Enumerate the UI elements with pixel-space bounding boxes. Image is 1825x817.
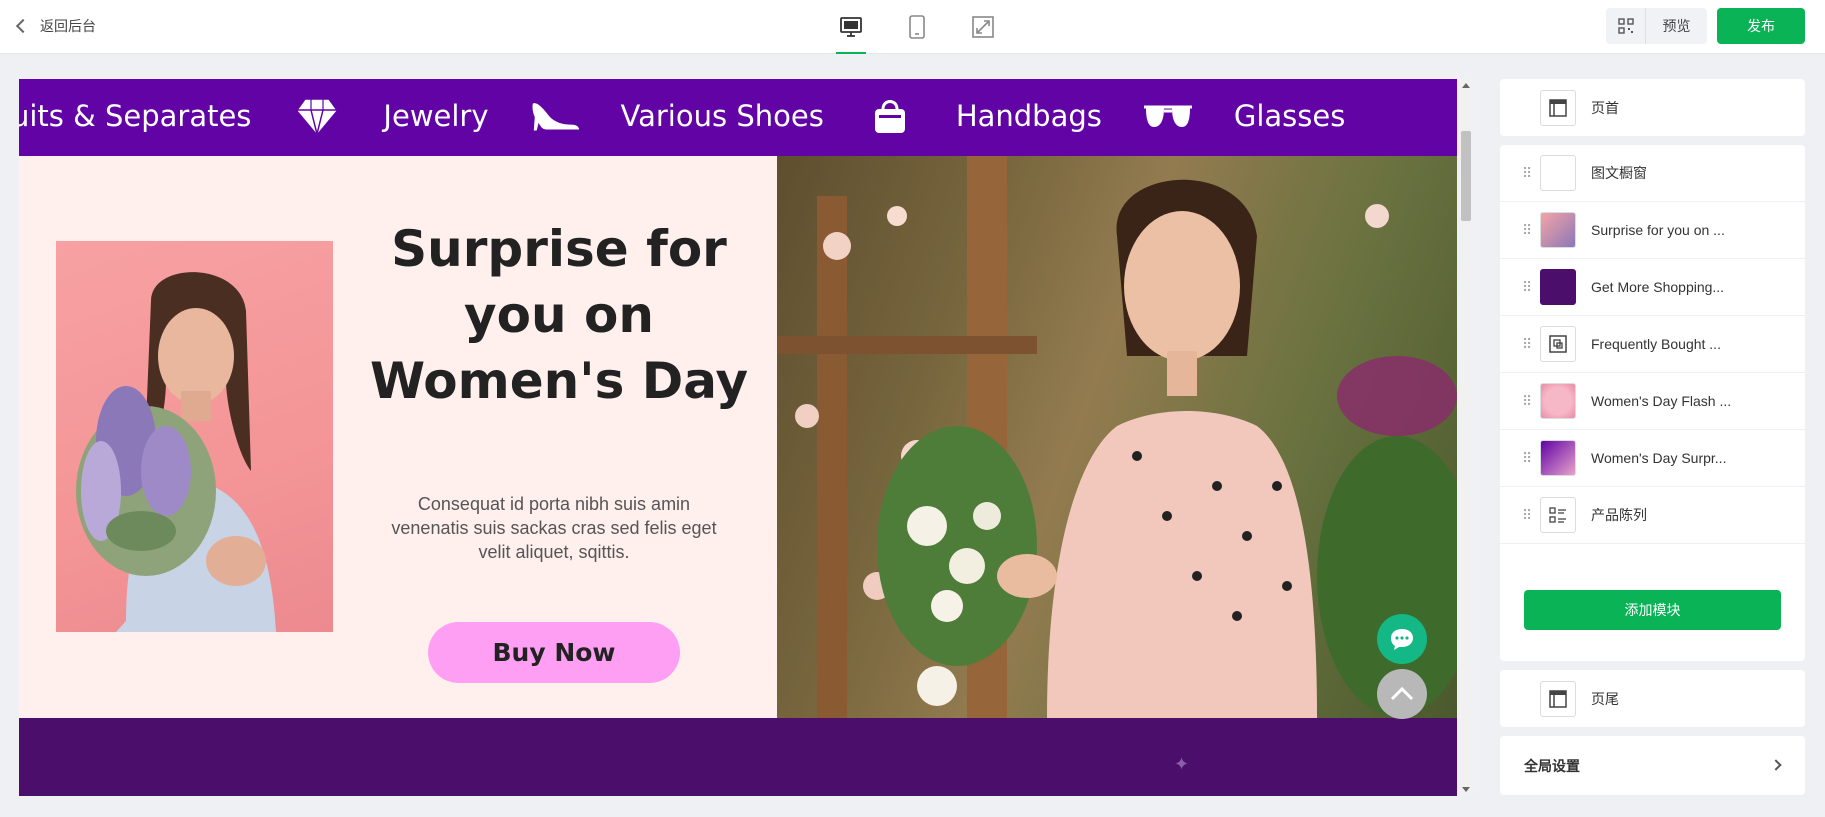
header-row[interactable]: 页首 [1500, 79, 1805, 136]
device-switcher [836, 0, 998, 54]
back-label: 返回后台 [40, 18, 96, 34]
preview-button[interactable]: 预览 [1606, 8, 1707, 44]
module-row[interactable]: ⠿ Surprise for you on ... [1500, 202, 1805, 259]
sunglasses-icon [1142, 93, 1194, 139]
publish-button[interactable]: 发布 [1717, 8, 1805, 44]
sparkle-icon: ✦ [1174, 754, 1190, 774]
hero-text-panel: Surprise for you on Women's Day Consequa… [19, 156, 777, 718]
marquee-item-handbags[interactable]: Handbags [956, 99, 1102, 133]
back-to-top-button[interactable] [1377, 669, 1427, 719]
tablet-icon [909, 15, 925, 39]
marquee-item-suits[interactable]: uits & Separates [19, 99, 251, 133]
woman-in-garden-photo [777, 156, 1457, 718]
footer-section-card[interactable]: 页尾 [1500, 670, 1805, 727]
products-icon [1540, 326, 1576, 362]
chat-bubble-icon [1391, 629, 1413, 650]
marquee-item-various-shoes[interactable]: Various Shoes [621, 99, 824, 133]
module-label: Frequently Bought ... [1591, 336, 1721, 352]
drag-handle-icon[interactable]: ⠿ [1500, 336, 1540, 353]
global-settings-card[interactable]: 全局设置 [1500, 736, 1805, 795]
pink-photo-thumbnail [1540, 212, 1576, 248]
layout-footer-icon [1540, 680, 1576, 717]
chevron-left-icon [15, 18, 31, 34]
marquee-item-jewelry[interactable]: Jewelry [383, 99, 488, 133]
drag-handle-icon[interactable]: ⠿ [1500, 279, 1540, 296]
chevron-up-icon [1390, 686, 1414, 701]
module-row[interactable]: ⠿ Women's Day Flash ... [1500, 373, 1805, 430]
drag-handle-icon[interactable]: ⠿ [1500, 507, 1540, 524]
header-section-card[interactable]: 页首 [1500, 79, 1805, 136]
global-settings-label: 全局设置 [1524, 758, 1580, 774]
page-canvas: uits & Separates Jewelry Various Shoes H… [19, 79, 1457, 796]
footer-label: 页尾 [1591, 690, 1619, 707]
tablet-view-button[interactable] [902, 0, 932, 54]
diamond-icon [291, 93, 343, 139]
desktop-icon [840, 17, 862, 37]
fullscreen-icon [972, 16, 994, 38]
purple-swatch-thumbnail [1540, 269, 1576, 305]
module-label: Women's Day Surpr... [1591, 450, 1727, 466]
module-label: Get More Shopping... [1591, 279, 1725, 295]
layout-header-icon [1540, 89, 1576, 126]
purple-photo-thumbnail [1540, 440, 1576, 476]
purple-band-section: ✦ [19, 718, 1457, 796]
module-label: 图文橱窗 [1591, 165, 1647, 181]
module-row[interactable]: ⠿ 产品陈列 [1500, 487, 1805, 544]
top-toolbar: 返回后台 预览 发布 [0, 0, 1825, 54]
header-label: 页首 [1591, 99, 1619, 116]
scroll-up-arrow[interactable] [1462, 83, 1470, 88]
category-marquee: uits & Separates Jewelry Various Shoes H… [19, 79, 1457, 156]
hero-banner: Surprise for you on Women's Day Consequa… [19, 156, 1457, 718]
module-row[interactable]: ⠿ Frequently Bought ... [1500, 316, 1805, 373]
buy-now-button[interactable]: Buy Now [428, 622, 680, 683]
blank-thumbnail [1540, 155, 1576, 191]
qr-code-icon [1606, 8, 1646, 44]
woman-with-lavender-photo [56, 241, 333, 632]
footer-row[interactable]: 页尾 [1500, 670, 1805, 727]
modules-list-card: ⠿ 图文橱窗 ⠿ Surprise for you on ... ⠿ Get M… [1500, 145, 1805, 661]
module-label: Surprise for you on ... [1591, 222, 1725, 238]
hero-title: Surprise for you on Women's Day [369, 220, 749, 410]
marquee-item-glasses[interactable]: Glasses [1234, 99, 1345, 133]
module-row[interactable]: ⠿ 图文橱窗 [1500, 145, 1805, 202]
fullscreen-view-button[interactable] [968, 0, 998, 54]
module-row[interactable]: ⠿ Get More Shopping... [1500, 259, 1805, 316]
module-label: 产品陈列 [1591, 507, 1647, 523]
drag-handle-icon[interactable]: ⠿ [1500, 222, 1540, 239]
flash-sale-thumbnail [1540, 383, 1576, 419]
scroll-thumb[interactable] [1461, 131, 1471, 221]
chevron-right-icon [1770, 759, 1782, 771]
module-label: Women's Day Flash ... [1591, 393, 1732, 409]
drag-handle-icon[interactable]: ⠿ [1500, 165, 1540, 182]
canvas-scrollbar[interactable] [1459, 79, 1473, 796]
desktop-view-button[interactable] [836, 0, 866, 54]
high-heel-icon [529, 93, 581, 139]
drag-handle-icon[interactable]: ⠿ [1500, 393, 1540, 410]
marquee-track: uits & Separates Jewelry Various Shoes H… [19, 93, 1385, 139]
handbag-icon [864, 93, 916, 139]
chat-button[interactable] [1377, 614, 1427, 664]
scroll-down-arrow[interactable] [1462, 787, 1470, 792]
back-to-admin-link[interactable]: 返回后台 [15, 16, 96, 36]
hero-description: Consequat id porta nibh suis amin venena… [391, 494, 717, 562]
preview-label: 预览 [1662, 18, 1691, 34]
module-row[interactable]: ⠿ Women's Day Surpr... [1500, 430, 1805, 487]
list-icon [1540, 497, 1576, 533]
add-module-button[interactable]: 添加模块 [1524, 590, 1781, 630]
drag-handle-icon[interactable]: ⠿ [1500, 450, 1540, 467]
